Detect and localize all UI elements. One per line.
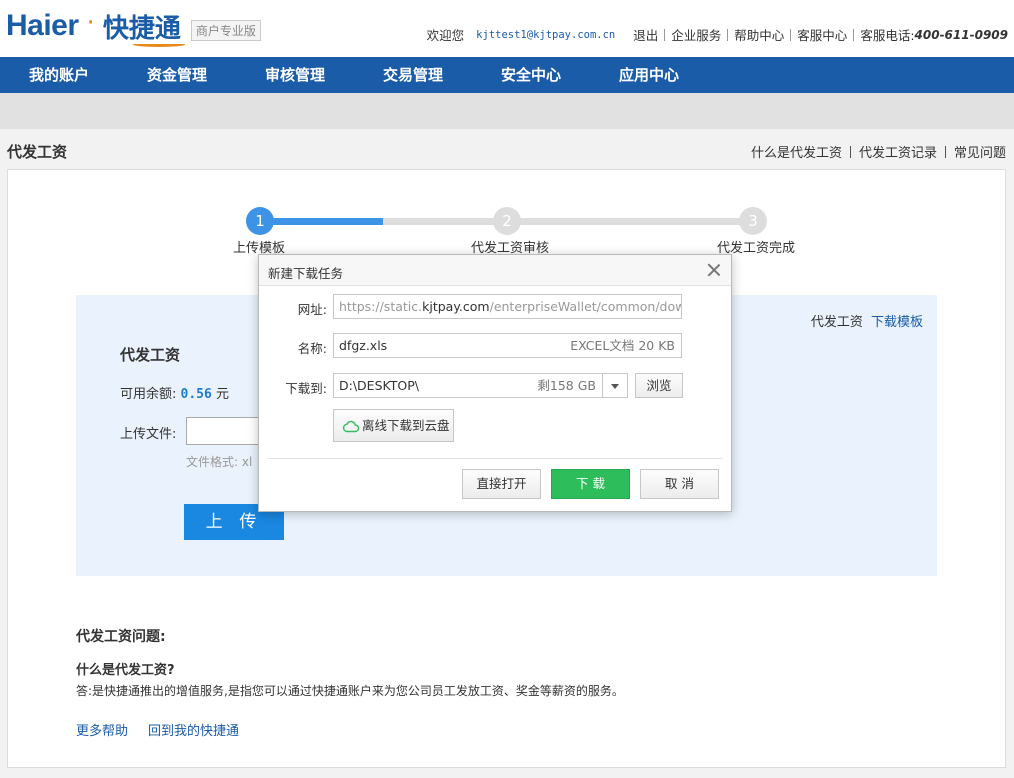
name-label: 名称: bbox=[297, 341, 327, 356]
free-space: 剩158 GB bbox=[537, 378, 596, 393]
logo-badge: 商户专业版 bbox=[190, 19, 261, 41]
top-header: Haier · 快捷通 商户专业版 欢迎您 kjttest1@kjtpay.co… bbox=[0, 0, 1014, 57]
nav-funds[interactable]: 资金管理 bbox=[118, 57, 236, 93]
balance-unit: 元 bbox=[215, 387, 229, 402]
nav-my-account[interactable]: 我的账户 bbox=[0, 57, 118, 93]
cancel-button[interactable]: 取 消 bbox=[640, 469, 719, 499]
what-is-payroll-link[interactable]: 什么是代发工资 bbox=[751, 142, 842, 161]
template-label: 代发工资 bbox=[810, 315, 863, 330]
download-dialog: 新建下载任务 网址: https://static.kjtpay.com/ent… bbox=[258, 254, 732, 512]
faq-title: 代发工资问题: bbox=[76, 629, 166, 645]
service-center-link[interactable]: 客服中心 bbox=[797, 25, 847, 44]
help-center-link[interactable]: 帮助中心 bbox=[734, 25, 784, 44]
logo-product: 快捷通 bbox=[103, 8, 185, 47]
back-home-link[interactable]: 回到我的快捷通 bbox=[148, 720, 239, 739]
balance-label: 可用余额: bbox=[120, 387, 177, 402]
page-title: 代发工资 bbox=[7, 143, 68, 161]
steps-progress bbox=[260, 218, 383, 225]
template-links: 代发工资 下载模板 bbox=[811, 311, 923, 330]
more-help-link[interactable]: 更多帮助 bbox=[76, 720, 128, 739]
browse-button[interactable]: 浏览 bbox=[635, 373, 683, 398]
cloud-icon bbox=[342, 420, 360, 433]
upload-label: 上传文件: bbox=[120, 427, 177, 442]
main-nav: 我的账户 资金管理 审核管理 交易管理 安全中心 应用中心 bbox=[0, 57, 1014, 93]
chevron-down-icon[interactable] bbox=[603, 373, 628, 398]
download-button[interactable]: 下 载 bbox=[551, 469, 630, 499]
dialog-title: 新建下载任务 bbox=[268, 266, 344, 281]
phone-label: 客服电话: bbox=[860, 28, 915, 43]
page-links: 什么是代发工资 代发工资记录 常见问题 bbox=[751, 142, 1006, 161]
upload-file-input[interactable] bbox=[186, 417, 266, 445]
nav-audit[interactable]: 审核管理 bbox=[236, 57, 354, 93]
dialog-divider bbox=[268, 458, 722, 459]
faq-link[interactable]: 常见问题 bbox=[954, 142, 1006, 161]
faq-question: 什么是代发工资? bbox=[76, 663, 175, 678]
step-3-circle: 3 bbox=[739, 207, 767, 235]
step-1-circle: 1 bbox=[246, 207, 274, 235]
nav-apps[interactable]: 应用中心 bbox=[590, 57, 708, 93]
payroll-records-link[interactable]: 代发工资记录 bbox=[859, 142, 937, 161]
bottom-links: 更多帮助 回到我的快捷通 bbox=[76, 720, 239, 739]
close-icon[interactable] bbox=[705, 261, 723, 279]
cloud-download-button[interactable]: 离线下载到云盘 bbox=[333, 409, 454, 442]
url-field[interactable]: https://static.kjtpay.com/enterpriseWall… bbox=[333, 294, 682, 319]
step-2-circle: 2 bbox=[493, 207, 521, 235]
save-path: D:\DESKTOP\ bbox=[339, 378, 419, 393]
welcome-text: 欢迎您 bbox=[426, 28, 465, 43]
balance-row: 可用余额: 0.56 元 bbox=[120, 383, 229, 402]
top-links: 欢迎您 kjttest1@kjtpay.com.cn 退出 企业服务 帮助中心 … bbox=[427, 25, 1008, 44]
dialog-header: 新建下载任务 bbox=[259, 255, 731, 286]
logo-brand: Haier bbox=[6, 9, 79, 42]
user-email: kjttest1@kjtpay.com.cn bbox=[476, 28, 616, 41]
logo-separator: · bbox=[86, 8, 95, 38]
faq-answer: 答:是快捷通推出的增值服务,是指您可以通过快捷通账户来为您公司员工发放工资、奖金… bbox=[76, 684, 624, 698]
path-label: 下载到: bbox=[285, 381, 327, 396]
name-field[interactable]: dfgz.xls EXCEL文档 20 KB bbox=[333, 333, 682, 358]
logo[interactable]: Haier · 快捷通 商户专业版 bbox=[6, 8, 261, 47]
file-meta: EXCEL文档 20 KB bbox=[570, 338, 675, 353]
logout-link[interactable]: 退出 bbox=[633, 25, 658, 44]
file-name: dfgz.xls bbox=[339, 338, 388, 353]
download-template-link[interactable]: 下载模板 bbox=[871, 315, 923, 330]
nav-security[interactable]: 安全中心 bbox=[472, 57, 590, 93]
open-directly-button[interactable]: 直接打开 bbox=[462, 469, 541, 499]
balance-value: 0.56 bbox=[180, 387, 212, 402]
format-hint: 文件格式: xl bbox=[186, 455, 253, 469]
sub-nav-bar bbox=[0, 93, 1014, 129]
payroll-title: 代发工资 bbox=[120, 346, 181, 364]
nav-transactions[interactable]: 交易管理 bbox=[354, 57, 472, 93]
url-label: 网址: bbox=[297, 302, 327, 317]
enterprise-service-link[interactable]: 企业服务 bbox=[671, 25, 721, 44]
phone-number: 400-611-0909 bbox=[914, 27, 1008, 42]
save-path-field[interactable]: D:\DESKTOP\ 剩158 GB bbox=[333, 373, 603, 398]
